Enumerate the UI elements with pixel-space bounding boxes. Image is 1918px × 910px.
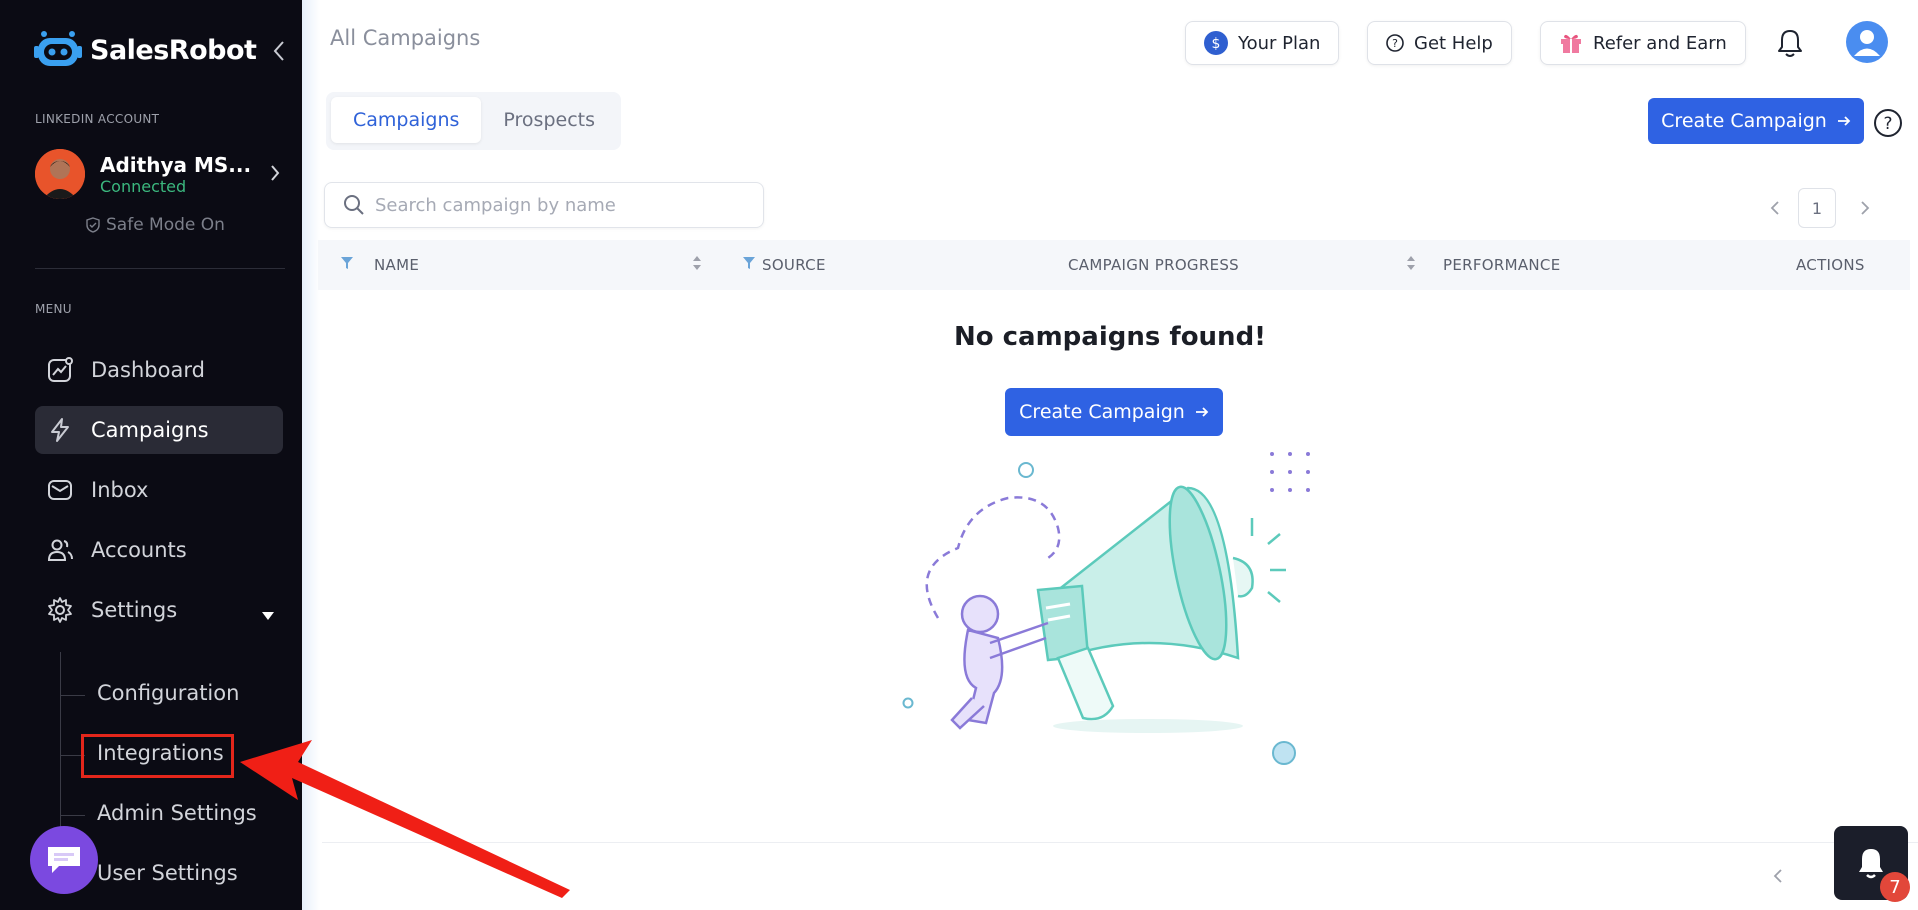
caret-down-icon[interactable] [261, 602, 275, 626]
submenu-connector [61, 815, 85, 816]
sidebar-subitem-configuration[interactable]: Configuration [97, 681, 239, 705]
prev-page-icon[interactable] [1770, 200, 1780, 216]
name-filter-icon[interactable] [340, 256, 354, 270]
tab-campaigns[interactable]: Campaigns [331, 97, 482, 143]
integrations-highlight-box [81, 734, 234, 778]
collapse-sidebar-icon[interactable] [272, 40, 286, 66]
account-status: Connected [100, 176, 187, 196]
arrow-right-icon [1195, 401, 1209, 423]
menu-label: MENU [35, 302, 72, 316]
account-avatar [35, 149, 85, 199]
chat-icon [48, 847, 80, 873]
create-campaign-button-empty[interactable]: Create Campaign [1005, 388, 1223, 436]
column-header-campaign-progress[interactable]: CAMPAIGN PROGRESS [1068, 256, 1239, 274]
notification-bell-icon[interactable] [1776, 28, 1804, 62]
users-icon [46, 536, 74, 564]
sidebar-item-accounts[interactable]: Accounts [35, 526, 283, 574]
logo-text: SalesRobot [90, 34, 257, 66]
tab-prospects[interactable]: Prospects [481, 97, 617, 143]
empty-state-title: No campaigns found! [953, 322, 1267, 352]
gear-icon [46, 596, 74, 624]
sidebar-item-campaigns[interactable]: Campaigns [35, 406, 283, 454]
chevron-right-icon[interactable] [270, 164, 280, 186]
app-logo[interactable]: SalesRobot [34, 30, 257, 70]
chat-widget-button[interactable] [30, 826, 98, 894]
megaphone-illustration [898, 448, 1318, 782]
sort-icon[interactable] [1406, 254, 1416, 276]
bell-icon [1859, 849, 1883, 879]
sort-icon[interactable] [692, 254, 702, 276]
linkedin-account-card[interactable]: Adithya MS... Connected [35, 148, 290, 200]
notification-count-badge: 7 [1880, 872, 1910, 902]
sidebar-item-label: Campaigns [91, 418, 209, 442]
get-help-label: Get Help [1414, 32, 1493, 54]
arrow-right-icon [1837, 110, 1851, 132]
next-page-icon[interactable] [1860, 200, 1870, 216]
your-plan-label: Your Plan [1238, 32, 1321, 54]
get-help-button[interactable]: ? Get Help [1367, 21, 1512, 65]
sidebar-divider [35, 268, 285, 269]
safe-mode-indicator: Safe Mode On [86, 215, 225, 235]
account-name: Adithya MS... [100, 152, 252, 177]
search-box [324, 182, 764, 228]
safe-mode-text: Safe Mode On [106, 215, 225, 235]
sidebar-item-label: Settings [91, 598, 178, 622]
column-header-source[interactable]: SOURCE [762, 256, 826, 274]
search-icon [344, 195, 364, 215]
svg-text:$: $ [1212, 36, 1221, 52]
prev-page-icon-bottom[interactable] [1773, 868, 1783, 888]
column-header-actions: ACTIONS [1796, 256, 1865, 274]
column-header-performance[interactable]: PERFORMANCE [1443, 256, 1560, 274]
inbox-icon [46, 476, 74, 504]
shield-check-icon [86, 217, 100, 233]
sidebar-subitem-admin-settings[interactable]: Admin Settings [97, 801, 257, 825]
pagination-top: 1 [1770, 188, 1870, 228]
table-header: NAME SOURCE CAMPAIGN PROGRESS PERFORMANC… [318, 240, 1910, 290]
create-campaign-label: Create Campaign [1019, 401, 1185, 423]
gift-icon [1559, 32, 1583, 54]
sidebar-item-label: Dashboard [91, 358, 205, 382]
lightning-icon [46, 416, 74, 444]
linkedin-account-label: LINKEDIN ACCOUNT [35, 112, 160, 126]
your-plan-button[interactable]: $ Your Plan [1185, 21, 1340, 65]
robot-logo-icon [34, 31, 82, 66]
help-icon: ? [1386, 34, 1404, 52]
help-circle-icon[interactable]: ? [1873, 108, 1903, 142]
annotation-arrow [240, 740, 580, 904]
dashboard-icon [46, 356, 74, 384]
view-tabs: Campaigns Prospects [326, 92, 621, 150]
create-campaign-button-header[interactable]: Create Campaign [1648, 98, 1864, 144]
page-title: All Campaigns [330, 26, 481, 50]
notification-widget[interactable]: 7 [1834, 826, 1910, 902]
sidebar-item-label: Accounts [91, 538, 187, 562]
sidebar-item-inbox[interactable]: Inbox [35, 466, 283, 514]
refer-and-earn-button[interactable]: Refer and Earn [1540, 21, 1746, 65]
refer-and-earn-label: Refer and Earn [1593, 32, 1727, 54]
source-filter-icon[interactable] [742, 256, 756, 270]
sidebar-item-dashboard[interactable]: Dashboard [35, 346, 283, 394]
svg-text:?: ? [1392, 37, 1398, 50]
submenu-connector [61, 695, 85, 696]
search-input[interactable] [375, 194, 755, 216]
svg-text:?: ? [1883, 114, 1892, 134]
user-avatar[interactable] [1846, 21, 1888, 63]
current-page[interactable]: 1 [1798, 188, 1836, 228]
dollar-icon: $ [1204, 31, 1228, 55]
user-icon [1854, 30, 1880, 56]
create-campaign-label: Create Campaign [1661, 110, 1827, 132]
sidebar-subitem-user-settings[interactable]: User Settings [97, 861, 238, 885]
column-header-name[interactable]: NAME [374, 256, 419, 274]
sidebar-item-settings[interactable]: Settings [35, 586, 283, 634]
sidebar-item-label: Inbox [91, 478, 149, 502]
